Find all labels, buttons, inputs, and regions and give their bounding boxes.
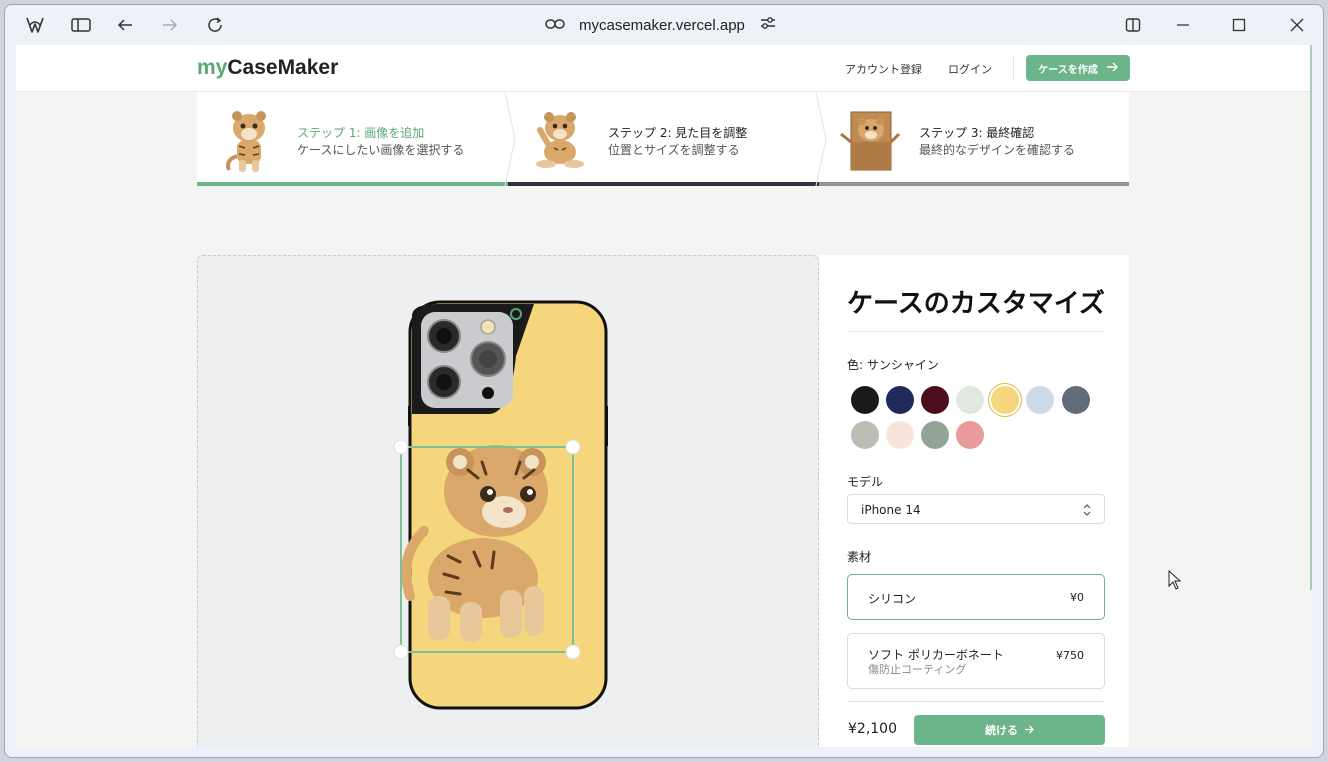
- title-bar: mycasemaker.vercel.app: [5, 5, 1323, 45]
- browser-window: mycasemaker.vercel.app myCaseMaker アカウント…: [4, 4, 1324, 758]
- arrow-right-icon: [1024, 724, 1034, 737]
- color-swatch-navy[interactable]: [886, 386, 914, 414]
- color-swatch-pink[interactable]: [956, 421, 984, 449]
- material-label: 素材: [847, 550, 872, 564]
- chevron-up-down-icon: [1082, 502, 1092, 521]
- step-1-desc: ケースにしたい画像を選択する: [297, 143, 465, 157]
- url-text[interactable]: mycasemaker.vercel.app: [579, 17, 745, 34]
- material-name: シリコン: [868, 592, 917, 606]
- camera-sensor: [482, 387, 494, 399]
- step-3: ステップ 3: 最終確認 最終的なデザインを確認する: [819, 92, 1129, 186]
- step-3-progress-bar: [819, 182, 1129, 186]
- color-swatch-burgundy[interactable]: [921, 386, 949, 414]
- resize-handle: [393, 439, 409, 455]
- browser-logo-icon[interactable]: [23, 13, 47, 37]
- maximize-icon[interactable]: [1227, 13, 1251, 37]
- link-icon: [545, 16, 565, 35]
- create-case-label: ケースを作成: [1038, 64, 1098, 76]
- site-logo[interactable]: myCaseMaker: [197, 56, 338, 80]
- split-view-icon[interactable]: [1121, 13, 1145, 37]
- page-scrollbar[interactable]: [1310, 45, 1312, 590]
- color-swatch-mint[interactable]: [956, 386, 984, 414]
- total-price: ¥2,100: [848, 721, 897, 737]
- model-select-value: iPhone 14: [861, 503, 921, 517]
- continue-label: 続ける: [985, 724, 1018, 737]
- close-icon[interactable]: [1285, 13, 1309, 37]
- site-settings-icon[interactable]: [759, 15, 777, 35]
- arrow-right-icon: [1106, 62, 1118, 75]
- back-icon[interactable]: [113, 13, 137, 37]
- step-3-title: ステップ 3: 最終確認: [919, 126, 1035, 140]
- customize-panel: ケースのカスタマイズ 色: サンシャイン モデル iPhone 14 素材 シリ…: [819, 255, 1129, 747]
- site-header: myCaseMaker アカウント登録 ログイン ケースを作成: [16, 45, 1310, 92]
- continue-button[interactable]: 続ける: [914, 715, 1105, 745]
- progress-steps: ステップ 1: 画像を追加 ケースにしたい画像を選択する ステップ 2: 見た目…: [197, 92, 1129, 186]
- camera-flash: [480, 319, 496, 335]
- sidebar-toggle-icon[interactable]: [69, 13, 93, 37]
- phone-case-preview: [393, 300, 608, 710]
- forward-icon[interactable]: [158, 13, 182, 37]
- color-swatch-slate[interactable]: [1062, 386, 1090, 414]
- resize-handle: [393, 644, 409, 660]
- logo-casemaker: CaseMaker: [227, 56, 339, 79]
- mouse-cursor-icon: [1168, 569, 1182, 594]
- material-price: ¥0: [1070, 591, 1084, 604]
- tiger-sitting-thumbnail: [215, 104, 281, 174]
- page-viewport: myCaseMaker アカウント登録 ログイン ケースを作成 ステップ 1: …: [16, 45, 1312, 747]
- material-option-polycarbonate[interactable]: ソフト ポリカーボネート 傷防止コーティング ¥750: [847, 633, 1105, 689]
- step-2: ステップ 2: 見た目を調整 位置とサイズを調整する: [508, 92, 819, 186]
- material-sub: 傷防止コーティング: [868, 663, 967, 676]
- color-swatch-blush[interactable]: [886, 421, 914, 449]
- color-label: 色: サンシャイン: [847, 358, 939, 372]
- reload-icon[interactable]: [203, 13, 227, 37]
- logo-my: my: [197, 56, 228, 79]
- step-1-progress-bar: [197, 182, 508, 186]
- nav-divider: [1013, 55, 1014, 81]
- model-label: モデル: [847, 475, 884, 489]
- create-case-button[interactable]: ケースを作成: [1026, 55, 1130, 81]
- color-swatch-sunshine[interactable]: [991, 386, 1019, 414]
- tiger-in-box-thumbnail: [837, 104, 903, 174]
- step-3-desc: 最終的なデザインを確認する: [919, 143, 1076, 157]
- register-link[interactable]: アカウント登録: [845, 61, 922, 77]
- resize-handle: [565, 439, 581, 455]
- color-swatch-light-blue[interactable]: [1026, 386, 1054, 414]
- login-link[interactable]: ログイン: [948, 61, 992, 77]
- color-swatch-sage[interactable]: [921, 421, 949, 449]
- color-swatch-stone[interactable]: [851, 421, 879, 449]
- minimize-icon[interactable]: [1171, 13, 1195, 37]
- panel-title: ケースのカスタマイズ: [847, 289, 1105, 319]
- resize-handle: [565, 644, 581, 660]
- panel-divider: [847, 331, 1105, 332]
- case-preview-area[interactable]: [197, 255, 819, 747]
- material-option-silicone[interactable]: シリコン ¥0: [847, 574, 1105, 620]
- address-bar[interactable]: mycasemaker.vercel.app: [545, 13, 777, 37]
- step-1-title: ステップ 1: 画像を追加: [297, 126, 425, 140]
- step-2-progress-bar: [508, 182, 819, 186]
- model-select[interactable]: iPhone 14: [847, 494, 1105, 524]
- tiger-waving-thumbnail: [526, 104, 592, 174]
- material-price: ¥750: [1056, 649, 1084, 662]
- color-swatch-black[interactable]: [851, 386, 879, 414]
- panel-divider: [847, 701, 1105, 702]
- step-2-title: ステップ 2: 見た目を調整: [608, 126, 748, 140]
- step-2-desc: 位置とサイズを調整する: [608, 143, 740, 157]
- step-1: ステップ 1: 画像を追加 ケースにしたい画像を選択する: [197, 92, 508, 186]
